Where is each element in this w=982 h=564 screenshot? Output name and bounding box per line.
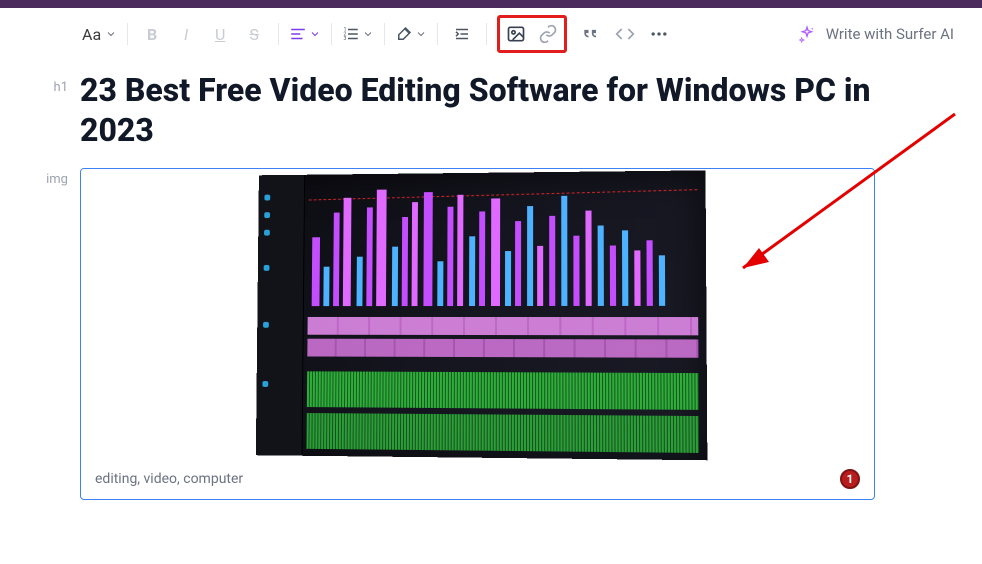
page-title[interactable]: 23 Best Free Video Editing Software for …: [80, 70, 922, 150]
bold-button[interactable]: B: [138, 19, 166, 49]
brush-icon: [395, 25, 413, 43]
image-block[interactable]: editing, video, computer 1: [80, 168, 875, 500]
issue-count-badge[interactable]: 1: [840, 469, 860, 489]
italic-icon: I: [184, 25, 188, 44]
chevron-down-icon: [105, 28, 117, 40]
indent-button[interactable]: [448, 19, 476, 49]
dots-icon: [649, 24, 669, 44]
editor-toolbar: Aa B I U S 123: [0, 8, 982, 62]
chevron-down-icon: [362, 28, 374, 40]
surfer-label: Write with Surfer AI: [826, 25, 954, 43]
image-caption[interactable]: editing, video, computer: [95, 471, 243, 487]
video-editor-image: [255, 170, 707, 460]
font-style-dropdown[interactable]: Aa: [82, 19, 117, 49]
list-icon: 123: [342, 25, 360, 43]
more-options-button[interactable]: [645, 19, 673, 49]
toolbar-separator: [384, 23, 385, 45]
gutter-heading: h1: [40, 70, 80, 95]
quote-icon: [581, 24, 601, 44]
chevron-down-icon: [309, 28, 321, 40]
underline-icon: U: [215, 25, 225, 44]
italic-button[interactable]: I: [172, 19, 200, 49]
bold-icon: B: [147, 25, 157, 44]
underline-button[interactable]: U: [206, 19, 234, 49]
code-button[interactable]: [611, 19, 639, 49]
toolbar-separator: [331, 23, 332, 45]
document-content: h1 23 Best Free Video Editing Software f…: [0, 62, 982, 500]
indent-icon: [453, 25, 471, 43]
image-icon: [506, 24, 526, 44]
image-caption-bar: editing, video, computer 1: [81, 459, 874, 499]
image-row: img: [40, 168, 922, 500]
toolbar-separator: [486, 23, 487, 45]
font-label: Aa: [82, 25, 101, 44]
toolbar-separator: [278, 23, 279, 45]
align-left-icon: [289, 25, 307, 43]
gutter-image: img: [40, 168, 80, 187]
highlight-dropdown[interactable]: [395, 19, 427, 49]
image-canvas: [81, 169, 874, 459]
svg-text:3: 3: [344, 36, 347, 42]
strikethrough-icon: S: [249, 25, 259, 44]
toolbar-separator: [127, 23, 128, 45]
code-icon: [615, 24, 635, 44]
list-dropdown[interactable]: 123: [342, 19, 374, 49]
annotation-highlight-box: [497, 15, 567, 53]
heading-row: h1 23 Best Free Video Editing Software f…: [40, 70, 922, 150]
strikethrough-button[interactable]: S: [240, 19, 268, 49]
insert-link-button[interactable]: [534, 19, 562, 49]
blockquote-button[interactable]: [577, 19, 605, 49]
chevron-down-icon: [415, 28, 427, 40]
toolbar-separator: [437, 23, 438, 45]
sparkle-icon: [796, 23, 818, 45]
write-with-surfer-button[interactable]: Write with Surfer AI: [786, 19, 964, 49]
align-dropdown[interactable]: [289, 19, 321, 49]
insert-image-button[interactable]: [502, 19, 530, 49]
link-icon: [538, 24, 558, 44]
app-top-stripe: [0, 0, 982, 8]
